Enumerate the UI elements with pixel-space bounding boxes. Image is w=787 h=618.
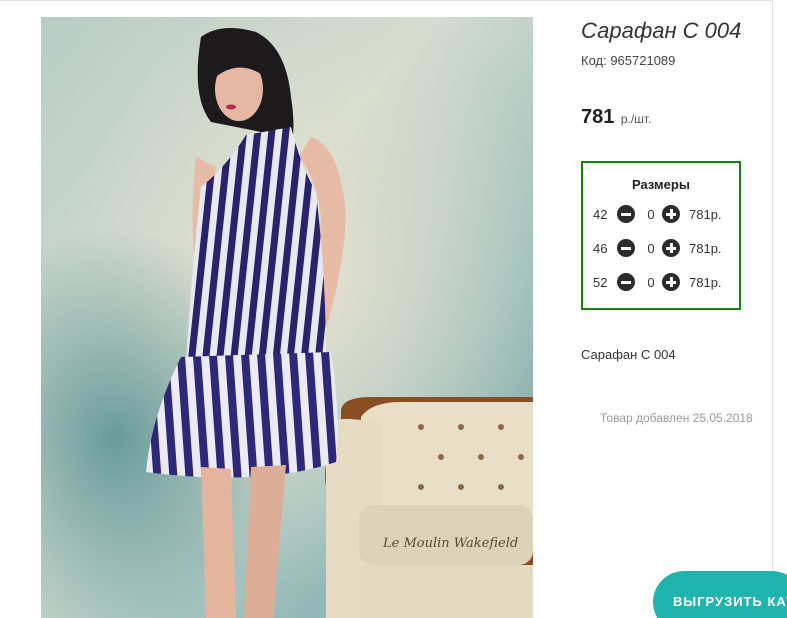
price-unit: р./шт. (620, 112, 652, 126)
size-row-42: 42 0 781р. (593, 205, 739, 225)
product-description: Сарафан С 004 (581, 347, 676, 362)
export-catalog-button[interactable]: ВЫГРУЗИТЬ КАТАЛОГ (653, 571, 787, 618)
size-label: 52 (593, 275, 608, 290)
quantity-value[interactable]: 0 (645, 241, 657, 256)
sizes-title: Размеры (632, 177, 690, 192)
product-price: 781 р./шт. (581, 106, 651, 129)
product-code: Код: 965721089 (581, 53, 676, 68)
plus-circle-icon[interactable] (662, 273, 680, 291)
svg-text:Le Moulin Wakefield: Le Moulin Wakefield (382, 536, 518, 551)
product-added-date: Товар добавлен 25.05.2018 (600, 411, 753, 425)
size-label: 42 (593, 207, 608, 222)
size-price: 781р. (689, 207, 722, 222)
product-photo-image: Le Moulin Wakefield (41, 17, 533, 618)
frame-right-border (772, 0, 773, 618)
minus-circle-icon[interactable] (617, 273, 635, 291)
product-photo[interactable]: Le Moulin Wakefield (41, 17, 533, 618)
quantity-value[interactable]: 0 (645, 275, 657, 290)
size-label: 46 (593, 241, 608, 256)
minus-circle-icon[interactable] (617, 239, 635, 257)
size-price: 781р. (689, 275, 722, 290)
frame-top-border (0, 0, 772, 1)
sizes-panel: Размеры 42 0 781р. 46 0 781р. 52 0 781р. (581, 161, 741, 310)
size-price: 781р. (689, 241, 722, 256)
minus-circle-icon[interactable] (617, 205, 635, 223)
price-value: 781 (581, 106, 615, 128)
quantity-value[interactable]: 0 (645, 207, 657, 222)
size-row-46: 46 0 781р. (593, 239, 739, 259)
product-title: Сарафан С 004 (581, 18, 742, 43)
plus-circle-icon[interactable] (662, 205, 680, 223)
size-row-52: 52 0 781р. (593, 273, 739, 293)
plus-circle-icon[interactable] (662, 239, 680, 257)
